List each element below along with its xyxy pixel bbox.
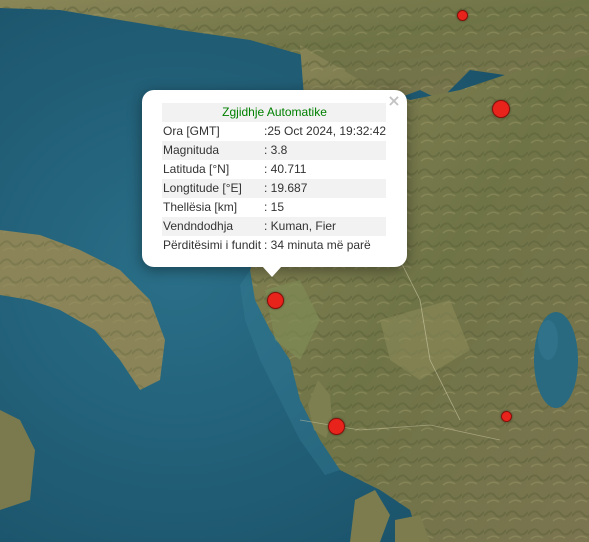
- detail-row-location: Vendndodhja : Kuman, Fier: [162, 217, 387, 236]
- detail-value: : 34 minuta më parë: [264, 238, 371, 252]
- detail-value: : 15: [264, 200, 285, 214]
- detail-row-last-update: Përditësimi i fundit : 34 minuta më parë: [162, 236, 386, 255]
- detail-label: Latituda [°N]: [163, 162, 230, 176]
- detail-label: Longtitude [°E]: [162, 179, 263, 198]
- detail-row-time: Ora [GMT] :25 Oct 2024, 19:32:42: [162, 122, 386, 141]
- map-imagery: [0, 0, 589, 542]
- detail-row-depth: Thellësia [km] : 15: [162, 198, 386, 217]
- detail-value: : 3.8: [263, 141, 387, 160]
- popup-title: Zgjidhje Automatike: [162, 103, 387, 122]
- earthquake-marker[interactable]: [457, 10, 468, 21]
- detail-label: Magnituda: [162, 141, 263, 160]
- earthquake-details-table: Zgjidhje Automatike Ora [GMT] :25 Oct 20…: [162, 103, 387, 255]
- popup-title-row: Zgjidhje Automatike: [162, 103, 387, 122]
- detail-label: Ora [GMT]: [163, 124, 220, 138]
- close-icon[interactable]: ×: [387, 93, 401, 109]
- earthquake-marker[interactable]: [328, 418, 345, 435]
- detail-row-magnitude: Magnituda : 3.8: [162, 141, 387, 160]
- detail-row-longitude: Longtitude [°E] : 19.687: [162, 179, 387, 198]
- detail-label: Përditësimi i fundit: [163, 238, 262, 252]
- earthquake-marker-selected[interactable]: [267, 292, 284, 309]
- detail-value: :25 Oct 2024, 19:32:42: [264, 124, 387, 138]
- earthquake-info-popup: × Zgjidhje Automatike Ora [GMT] :25 Oct …: [142, 90, 407, 267]
- detail-value: : Kuman, Fier: [263, 217, 387, 236]
- earthquake-marker[interactable]: [501, 411, 512, 422]
- detail-label: Thellësia [km]: [163, 200, 238, 214]
- detail-value: : 40.711: [264, 162, 307, 176]
- detail-row-latitude: Latituda [°N] : 40.711: [162, 160, 386, 179]
- detail-label: Vendndodhja: [162, 217, 263, 236]
- popup-pointer: [262, 266, 282, 277]
- detail-value: : 19.687: [263, 179, 387, 198]
- satellite-map[interactable]: [0, 0, 589, 542]
- earthquake-marker[interactable]: [492, 100, 510, 118]
